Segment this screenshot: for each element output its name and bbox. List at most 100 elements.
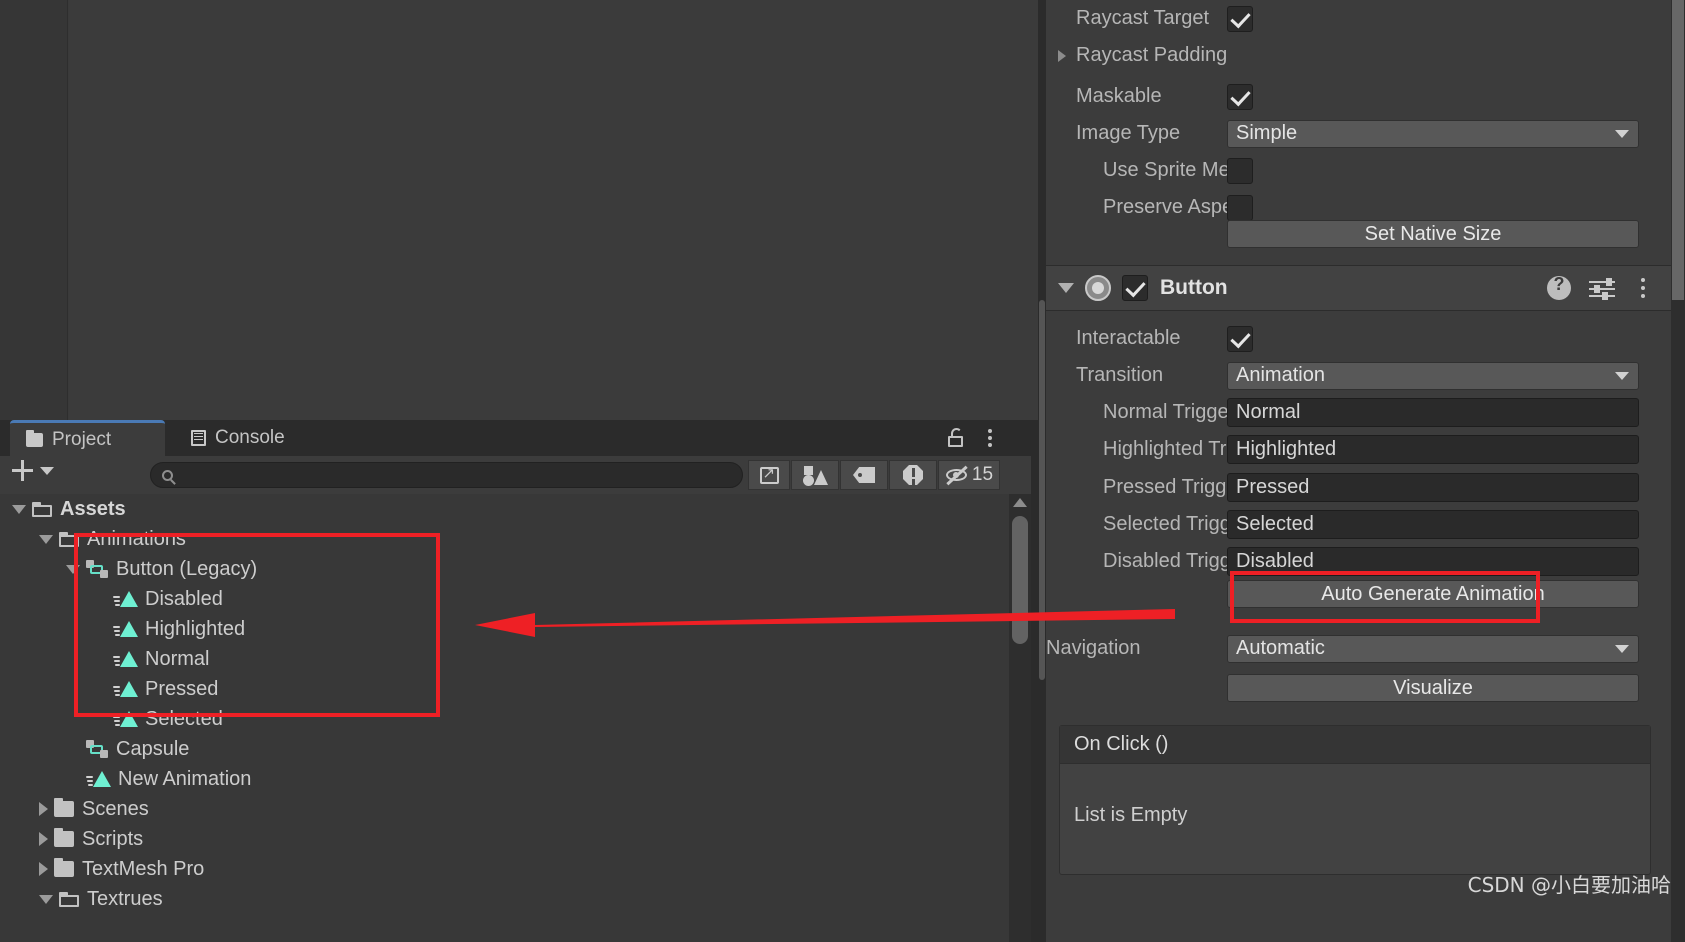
type-filter-icon[interactable] [791, 460, 839, 490]
chevron-down-icon [40, 466, 54, 475]
tab-project-label: Project [52, 428, 112, 450]
chevron-down-icon [1615, 129, 1629, 138]
inspector-panel: Raycast Target Raycast Padding Maskable Ima… [1046, 0, 1685, 942]
tree-item-label: Pressed [145, 677, 219, 700]
preserve-aspect-checkbox[interactable] [1227, 194, 1253, 221]
twisty-right-icon[interactable] [39, 802, 48, 816]
visualize-button[interactable]: Visualize [1227, 674, 1639, 702]
console-icon [191, 430, 206, 446]
search-input[interactable] [173, 466, 742, 484]
inspector-scrollbar-thumb[interactable] [1672, 0, 1684, 300]
scene-view [0, 0, 1038, 420]
tree-item[interactable]: Scripts [0, 824, 1010, 854]
save-search-icon[interactable] [748, 460, 790, 490]
folder-closed-icon [54, 828, 74, 847]
folder-closed-icon [54, 798, 74, 817]
tab-project[interactable]: Project [10, 420, 165, 456]
kebab-menu-icon[interactable] [1633, 276, 1653, 300]
lock-icon[interactable] [944, 426, 968, 450]
animation-clip-icon [113, 710, 138, 728]
animation-clip-icon [86, 770, 111, 788]
button-component-title: Button [1160, 276, 1228, 299]
tree-item[interactable]: Capsule [0, 734, 1010, 764]
tree-item[interactable]: Button (Legacy) [0, 554, 1010, 584]
tree-item[interactable]: Scenes [0, 794, 1010, 824]
raycast-target-checkbox[interactable] [1227, 5, 1253, 32]
folder-icon [26, 429, 43, 447]
navigation-label: Navigation [1046, 637, 1141, 659]
pressed-trigger-input[interactable]: Pressed [1227, 473, 1639, 502]
scroll-up-arrow-icon[interactable] [1013, 498, 1027, 507]
kebab-menu-icon[interactable] [980, 427, 1000, 449]
button-component-header[interactable]: Button [1046, 265, 1671, 311]
twisty-down-icon[interactable] [39, 534, 53, 544]
tree-item-label: Highlighted [145, 617, 246, 640]
tree-item[interactable]: Pressed [0, 674, 1010, 704]
tree-item[interactable]: Selected [0, 704, 1010, 734]
highlighted-trigge-input[interactable]: Highlighted [1227, 435, 1639, 464]
tree-item[interactable]: New Animation [0, 764, 1010, 794]
tree-item-label: New Animation [118, 767, 252, 790]
tree-item[interactable]: Disabled [0, 584, 1010, 614]
navigation-dropdown[interactable]: Automatic [1227, 634, 1639, 663]
twisty-down-icon[interactable] [66, 564, 80, 574]
tree-item[interactable]: Highlighted [0, 614, 1010, 644]
disabled-trigger-input[interactable]: Disabled [1227, 547, 1639, 576]
twisty-down-icon[interactable] [12, 504, 26, 514]
tree-item-label: Textrues [87, 887, 163, 910]
tree-item[interactable]: Normal [0, 644, 1010, 674]
property-label: Image Type [1076, 122, 1181, 144]
use-sprite-mesh-checkbox[interactable] [1227, 157, 1253, 184]
help-icon[interactable] [1547, 274, 1571, 300]
tree-item-label: Button (Legacy) [116, 557, 258, 580]
folder-open-icon [59, 891, 79, 907]
folder-open-icon [59, 531, 79, 547]
transition-dropdown[interactable]: Animation [1227, 361, 1639, 390]
preset-icon[interactable] [1589, 277, 1615, 300]
normal-trigger-input[interactable]: Normal [1227, 398, 1639, 427]
foldout-arrow-icon[interactable] [1058, 283, 1074, 293]
property-label: Raycast Padding [1076, 44, 1228, 66]
property-row: Highlighted Trigge Highlighted [1046, 431, 1671, 468]
project-scrollbar[interactable] [1009, 494, 1031, 942]
tree-item-label: Scripts [82, 827, 144, 850]
search-icon [162, 469, 173, 481]
on-click-title-bar: On Click () [1060, 726, 1650, 764]
image-type-dropdown[interactable]: Simple [1227, 119, 1639, 148]
tree-item-label: Normal [145, 647, 210, 670]
twisty-right-icon[interactable] [39, 862, 48, 876]
twisty-right-icon[interactable] [1058, 50, 1066, 62]
twisty-down-icon[interactable] [39, 894, 53, 904]
tree-item[interactable]: TextMesh Pro [0, 854, 1010, 884]
set-native-size-button[interactable]: Set Native Size [1227, 220, 1639, 248]
search-field[interactable] [150, 462, 743, 488]
animation-clip-icon [113, 650, 138, 668]
error-filter-icon[interactable] [889, 460, 937, 490]
property-label: Normal Trigger [1103, 401, 1236, 423]
asset-tree[interactable]: Assets Animations Button (Legacy) Disabled H… [0, 494, 1010, 942]
tree-item-label: Scenes [82, 797, 149, 820]
tree-item[interactable]: Textrues [0, 884, 1010, 914]
inspector-scrollbar[interactable] [1671, 0, 1685, 942]
property-label: Transition [1076, 364, 1164, 386]
property-row: Normal Trigger Normal [1046, 394, 1671, 431]
maskable-checkbox[interactable] [1227, 83, 1253, 110]
label-filter-icon[interactable] [840, 460, 888, 490]
tab-console[interactable]: Console [175, 420, 301, 456]
panel-splitter[interactable] [1038, 0, 1046, 942]
add-asset-button[interactable] [12, 460, 54, 481]
interactable-checkbox[interactable] [1227, 325, 1253, 352]
tree-item[interactable]: Animations [0, 524, 1010, 554]
project-scrollbar-thumb[interactable] [1012, 516, 1028, 644]
property-row: Pressed Trigger Pressed [1046, 469, 1671, 506]
hidden-items-toggle[interactable]: 15 [938, 460, 1000, 490]
twisty-right-icon[interactable] [39, 832, 48, 846]
auto-generate-animation-button[interactable]: Auto Generate Animation [1227, 580, 1639, 608]
splitter-grip[interactable] [1039, 300, 1045, 680]
component-enabled-checkbox[interactable] [1122, 275, 1148, 301]
eye-off-icon [945, 465, 969, 486]
tree-item[interactable]: Assets [0, 494, 1010, 524]
scene-canvas [69, 0, 1038, 420]
selected-trigger-input[interactable]: Selected [1227, 510, 1639, 539]
property-row: Disabled Trigger Disabled [1046, 543, 1671, 580]
